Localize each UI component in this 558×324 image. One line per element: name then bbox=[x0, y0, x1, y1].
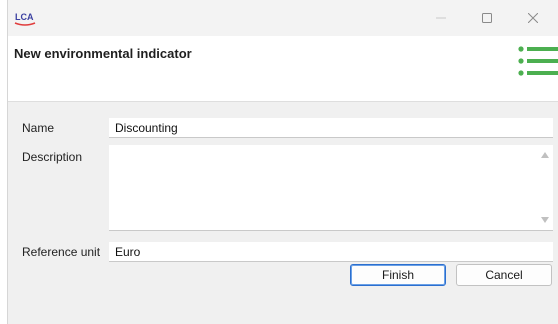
description-textarea[interactable] bbox=[109, 145, 537, 230]
app-logo-icon: LCA bbox=[14, 12, 36, 26]
minimize-icon bbox=[436, 17, 446, 19]
cancel-button[interactable]: Cancel bbox=[456, 264, 552, 286]
scroll-down-button[interactable] bbox=[537, 212, 553, 228]
reference-unit-field[interactable] bbox=[109, 242, 553, 262]
name-field[interactable] bbox=[109, 118, 553, 138]
description-label: Description bbox=[22, 150, 83, 164]
reference-unit-label: Reference unit bbox=[22, 245, 101, 259]
name-label: Name bbox=[22, 121, 55, 135]
dialog-header: New environmental indicator bbox=[8, 36, 558, 102]
dialog-window: LCA New environmental indicator Name Des… bbox=[7, 0, 558, 324]
scroll-up-button[interactable] bbox=[537, 147, 553, 163]
description-field[interactable] bbox=[109, 145, 553, 231]
description-scrollbar[interactable] bbox=[537, 145, 553, 230]
dialog-title: New environmental indicator bbox=[14, 46, 192, 61]
title-bar[interactable]: LCA bbox=[8, 0, 558, 36]
maximize-button[interactable] bbox=[464, 0, 510, 36]
minimize-button[interactable] bbox=[418, 0, 464, 36]
triangle-down-icon bbox=[541, 217, 549, 223]
close-icon bbox=[528, 13, 538, 23]
maximize-icon bbox=[482, 13, 492, 23]
triangle-up-icon bbox=[541, 152, 549, 158]
list-icon bbox=[518, 46, 558, 76]
close-button[interactable] bbox=[510, 0, 556, 36]
finish-button[interactable]: Finish bbox=[350, 264, 446, 286]
svg-text:LCA: LCA bbox=[15, 12, 34, 22]
